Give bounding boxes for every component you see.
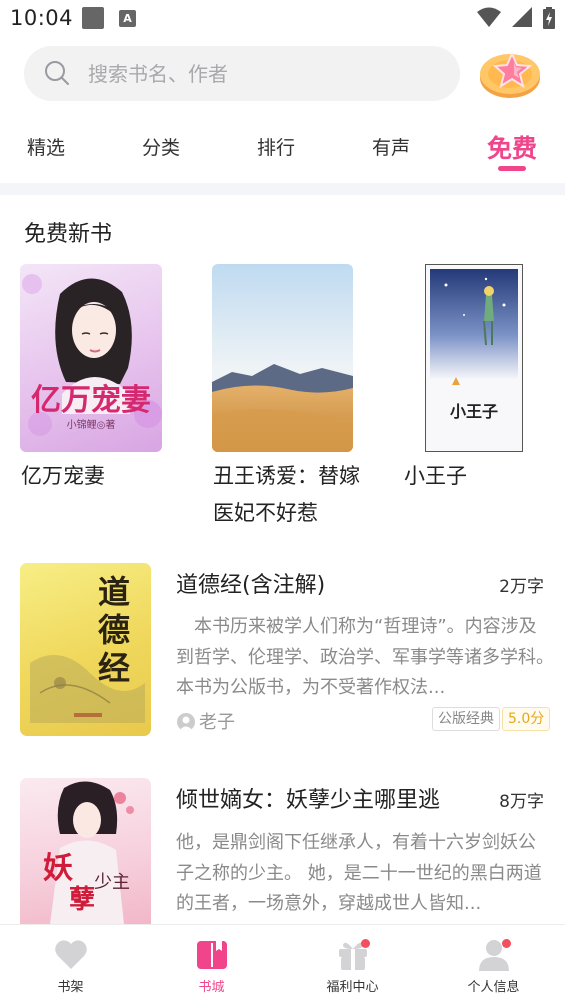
tab-category[interactable]: 分类 [142, 133, 180, 160]
list-cover-title-1: 道 [98, 573, 130, 611]
score-badge: 5.0分 [502, 707, 551, 731]
bottom-navigation: 书架 书城 福利中心 个人信息 [0, 924, 565, 1004]
list-book-title-1[interactable]: 道德经(含注解) [176, 567, 325, 599]
author-avatar-icon [177, 713, 195, 731]
cover-author-1: 小锦鲤◎著 [67, 418, 116, 431]
nav-label-bookshelf: 书架 [57, 980, 84, 995]
tab-free[interactable]: 免费 [487, 129, 537, 165]
cover-art-1: 亿万宠妻 小锦鲤◎著 [22, 274, 162, 436]
list-book-title-2[interactable]: 倾世嫡女：妖孽少主哪里逃 [176, 782, 440, 814]
heart-icon [54, 940, 87, 969]
battery-icon [543, 7, 555, 29]
book-icon [196, 941, 227, 969]
list-book-description-2: 他，是鼎剑阁下任继承人，有着十六岁剑妖公子之称的少主。 她，是二十一世纪的黑白两… [176, 832, 542, 914]
list-book-description-1: 本书历来被学人们称为“哲理诗”。内容涉及到哲学、伦理学、政治学、军事学等诸多学科… [176, 616, 546, 698]
book-title-3[interactable]: 小王子 [404, 458, 554, 495]
book-cover-1[interactable]: 亿万宠妻 小锦鲤◎著 [20, 264, 162, 452]
profile-badge [502, 939, 511, 948]
svg-text:经: 经 [98, 649, 130, 687]
notification-square-icon [82, 7, 104, 29]
book-title-2[interactable]: 丑王诱爱：替嫁医妃不好惹 [213, 458, 363, 532]
nav-bookstore[interactable]: 书城 [141, 925, 282, 1004]
coin-star-icon[interactable] [478, 48, 544, 100]
status-time: 10:04 [10, 6, 74, 30]
section-title: 免费新书 [24, 222, 113, 247]
rewards-badge [361, 939, 370, 948]
nav-label-profile: 个人信息 [467, 980, 520, 995]
nav-rewards[interactable]: 福利中心 [282, 925, 423, 1004]
author-name: 老子 [199, 712, 235, 733]
category-tabs: 精选 分类 排行 有声 免费 [0, 120, 565, 178]
list-book-author-1[interactable]: 老子 [177, 708, 235, 734]
tab-featured[interactable]: 精选 [27, 133, 65, 160]
signal-icon [511, 7, 532, 27]
search-bar[interactable] [24, 46, 460, 101]
nav-profile[interactable]: 个人信息 [423, 925, 564, 1004]
status-bar: 10:04 A [0, 0, 565, 38]
list-book-cover-1[interactable]: 道 德 经 [20, 563, 151, 736]
search-icon [45, 61, 69, 85]
cover-title-3: 小王子 [450, 402, 498, 421]
svg-text:少主: 少主 [94, 872, 130, 893]
section-divider [0, 183, 565, 195]
svg-text:德: 德 [98, 611, 130, 649]
tab-audio[interactable]: 有声 [372, 133, 410, 160]
list-cover-art-2: 妖 孽 少主 [43, 781, 134, 924]
wifi-icon [476, 7, 501, 27]
search-input[interactable] [88, 46, 438, 101]
list-cover-title-2: 妖 [43, 851, 73, 886]
nav-label-bookstore: 书城 [198, 980, 225, 995]
book-cover-3[interactable]: 小王子 [425, 264, 523, 452]
list-book-cover-2[interactable]: 妖 孽 少主 [20, 778, 151, 924]
nav-label-rewards: 福利中心 [326, 980, 379, 995]
cover-art-3: 小王子 [426, 265, 522, 451]
a-letter-icon: A [119, 10, 136, 27]
status-icons [471, 7, 555, 29]
tab-ranking[interactable]: 排行 [257, 133, 295, 160]
active-tab-indicator [498, 166, 526, 171]
list-book-words-2: 8万字 [499, 792, 544, 812]
genre-tag: 公版经典 [432, 707, 500, 731]
cover-title-1: 亿万宠妻 [31, 383, 151, 418]
list-book-words-1: 2万字 [499, 577, 544, 597]
cover-art-2 [212, 264, 353, 452]
list-cover-art-1: 道 德 经 [30, 573, 145, 723]
nav-bookshelf[interactable]: 书架 [0, 925, 141, 1004]
book-cover-2[interactable] [212, 264, 353, 452]
svg-text:孽: 孽 [69, 885, 95, 915]
book-title-1[interactable]: 亿万宠妻 [21, 458, 171, 495]
